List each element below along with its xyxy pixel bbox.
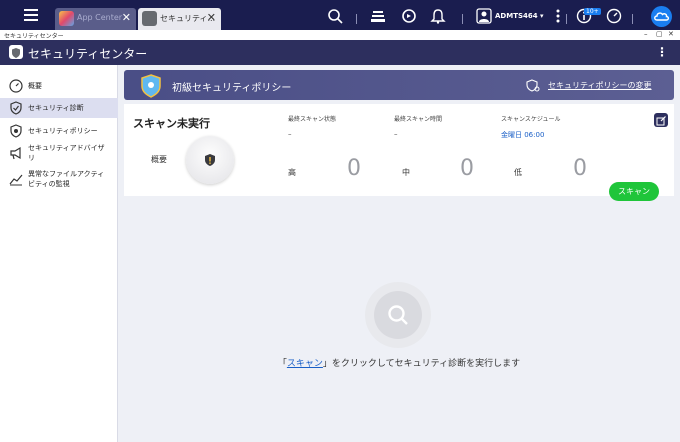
tab-security-center[interactable]: セキュリティ... ✕	[138, 8, 221, 30]
sidebar-item-security-diagnosis[interactable]: セキュリティ診断	[0, 98, 118, 118]
more-vertical-icon[interactable]	[550, 8, 566, 24]
sidebar-item-label: 概要	[28, 82, 42, 90]
divider	[632, 14, 633, 24]
policy-title: 初級セキュリティポリシー	[172, 83, 292, 94]
empty-state-circle	[374, 291, 422, 339]
app-header: セキュリティセンター ⋮	[0, 40, 680, 65]
change-policy-link[interactable]: セキュリティポリシーの変更	[548, 80, 652, 91]
divider	[356, 14, 357, 24]
tab-close-button[interactable]: ✕	[122, 11, 131, 24]
edit-icon	[656, 116, 666, 126]
tab-label: App Center	[77, 13, 123, 22]
sidebar-item-label: セキュリティアドバイザリ	[28, 144, 105, 162]
sync-icon[interactable]	[401, 8, 417, 24]
sidebar: 概要 セキュリティ診断 セキュリティポリシー セキュリティアドバイザリ 異常なフ…	[0, 65, 118, 442]
tab-close-button[interactable]: ✕	[207, 11, 216, 24]
window-titlebar: セキュリティセンター – ▢ ✕	[0, 30, 680, 40]
close-button[interactable]: ✕	[668, 30, 674, 38]
severity-low-label: 低	[514, 168, 522, 177]
search-icon[interactable]	[327, 8, 343, 24]
gauge-icon[interactable]	[606, 8, 622, 24]
shield-settings-icon	[526, 79, 540, 92]
edit-schedule-button[interactable]	[654, 113, 668, 127]
severity-medium-label: 中	[402, 168, 410, 177]
shield-policy-icon	[10, 124, 22, 138]
window-title: セキュリティセンター	[4, 33, 64, 40]
scan-schedule-value: 金曜日 06:00	[501, 131, 545, 139]
bell-icon[interactable]	[430, 8, 446, 24]
scan-status: スキャン未実行	[133, 117, 210, 130]
empty-state-message: 「スキャン」をクリックしてセキュリティ診断を実行します	[0, 356, 680, 369]
security-center-icon	[9, 45, 23, 59]
notification-badge: 10+	[584, 8, 601, 15]
severity-medium-count: 0	[460, 156, 474, 181]
tab-app-center[interactable]: App Center ✕	[55, 8, 136, 30]
shield-check-icon	[10, 101, 22, 115]
divider	[566, 14, 567, 24]
user-menu[interactable]: ADMTS464 ▾	[495, 12, 544, 20]
app-title: セキュリティセンター	[28, 47, 148, 61]
cloud-button[interactable]	[651, 6, 672, 27]
sidebar-item-security-policy[interactable]: セキュリティポリシー	[0, 121, 118, 141]
severity-high-label: 高	[288, 168, 296, 177]
minimize-button[interactable]: –	[644, 30, 648, 38]
stack-icon[interactable]	[370, 8, 386, 24]
more-options-button[interactable]: ⋮	[656, 45, 668, 59]
sidebar-item-label: セキュリティポリシー	[28, 127, 98, 135]
empty-state-illustration	[365, 282, 431, 348]
empty-suffix: 」をクリックしてセキュリティ診断を実行します	[322, 359, 521, 369]
chart-line-icon	[9, 174, 23, 186]
scan-schedule-label: スキャンスケジュール	[501, 116, 561, 123]
scan-summary-card: スキャン未実行 概要 最終スキャン状態 – 最終スキャン時間 – スキャンスケジ…	[124, 104, 674, 201]
security-center-icon	[142, 11, 157, 26]
maximize-button[interactable]: ▢	[656, 30, 663, 38]
megaphone-icon	[10, 146, 21, 160]
shield-badge-icon	[141, 74, 161, 98]
overview-label: 概要	[151, 155, 167, 164]
last-scan-time-label: 最終スキャン時間	[394, 116, 443, 123]
taskbar: App Center ✕ セキュリティ... ✕ ADMTS464 ▾ 10+	[0, 0, 680, 30]
cloud-icon	[654, 12, 670, 21]
divider	[462, 14, 463, 24]
last-scan-time-value: –	[394, 130, 398, 138]
app-center-icon	[59, 11, 74, 26]
last-scan-status-value: –	[288, 130, 292, 138]
empty-prefix: 「	[277, 359, 287, 369]
sidebar-item-overview[interactable]: 概要	[0, 75, 118, 97]
user-icon[interactable]	[476, 8, 492, 24]
overview-indicator	[186, 136, 234, 184]
policy-banner: 初級セキュリティポリシー セキュリティポリシーの変更	[124, 70, 674, 100]
gauge-icon	[9, 79, 23, 93]
last-scan-status-label: 最終スキャン状態	[288, 116, 337, 123]
search-icon	[388, 305, 408, 325]
sidebar-item-label: 異常なファイルアクティビティの監視	[28, 170, 105, 188]
scan-link[interactable]: スキャン	[287, 359, 323, 369]
sidebar-item-file-activity-monitor[interactable]: 異常なファイルアクティビティの監視	[0, 167, 118, 191]
shield-icon	[205, 154, 215, 166]
scan-button[interactable]: スキャン	[609, 182, 659, 201]
sidebar-item-label: セキュリティ診断	[28, 104, 84, 112]
sidebar-item-security-advisory[interactable]: セキュリティアドバイザリ	[0, 141, 118, 165]
severity-high-count: 0	[347, 156, 361, 181]
main-menu-button[interactable]	[24, 9, 38, 21]
severity-low-count: 0	[573, 156, 587, 181]
